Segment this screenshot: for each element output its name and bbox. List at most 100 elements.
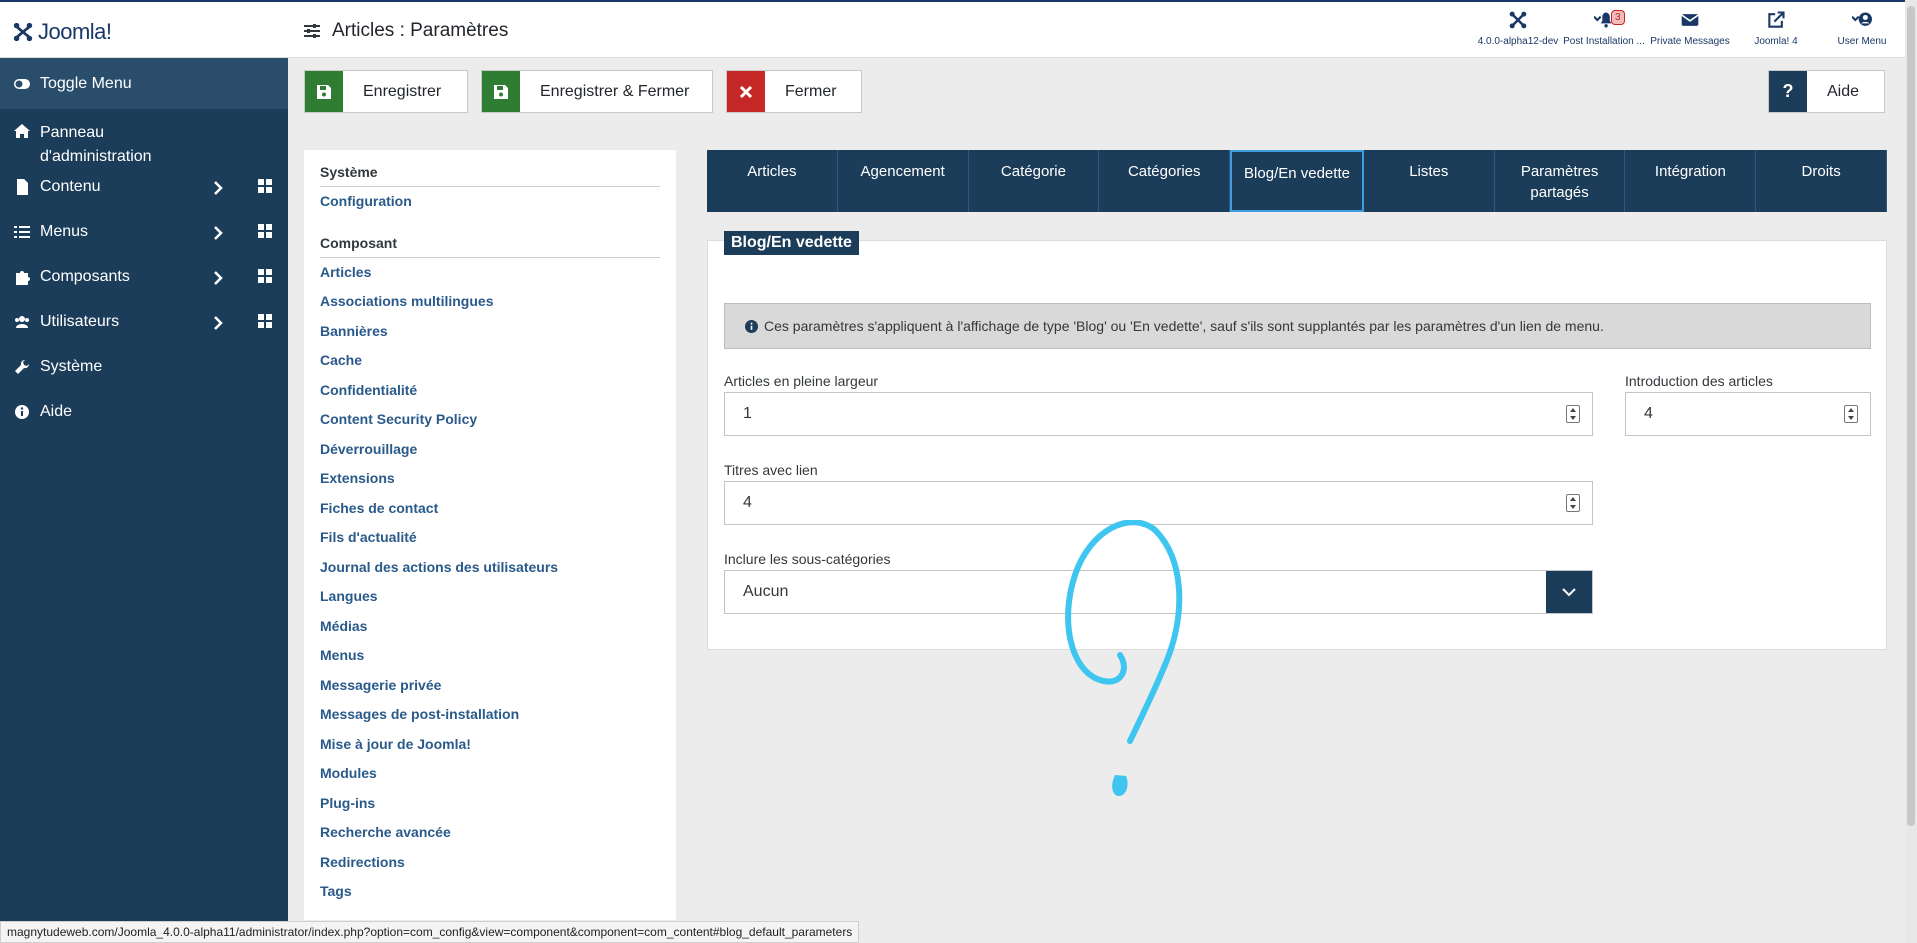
- intro-value: 4: [1644, 405, 1653, 422]
- tab-blog-en-vedette[interactable]: Blog/En vedette: [1230, 150, 1364, 212]
- header-label: Private Messages: [1650, 36, 1730, 47]
- chevron-right-icon[interactable]: [212, 271, 224, 285]
- header-label: 4.0.0-alpha12-dev: [1477, 36, 1559, 47]
- info-circle-icon: [745, 319, 758, 333]
- joomla-logo[interactable]: Joomla!: [12, 18, 112, 46]
- save-close-label: Enregistrer & Fermer: [540, 82, 690, 100]
- chevron-right-icon[interactable]: [212, 316, 224, 330]
- config-nav-item[interactable]: Confidentialité: [320, 376, 660, 406]
- toggle-menu-button[interactable]: Toggle Menu: [0, 58, 288, 109]
- save-icon: [482, 71, 520, 112]
- config-nav-panel: Système Configuration Composant Articles…: [304, 150, 676, 920]
- dashboard-grid-icon[interactable]: [258, 314, 272, 328]
- dashboard-grid-icon[interactable]: [258, 269, 272, 283]
- sidebar-item-label: Utilisateurs: [40, 313, 120, 330]
- config-nav-item[interactable]: Articles: [320, 258, 660, 288]
- sidebar-item-menus[interactable]: Menus: [0, 222, 288, 267]
- links-value: 4: [743, 494, 752, 511]
- header-item-post-installation[interactable]: 3 Post Installation ...: [1561, 10, 1647, 54]
- config-nav-item[interactable]: Modules: [320, 759, 660, 789]
- settings-tabs: Articles Agencement Catégorie Catégories Blo…: [707, 150, 1888, 212]
- intro-input[interactable]: 4: [1625, 392, 1871, 436]
- spinner-icon[interactable]: [1566, 405, 1580, 423]
- config-nav-item[interactable]: Tags: [320, 877, 660, 907]
- config-nav-item[interactable]: Redirections: [320, 848, 660, 878]
- config-nav-item[interactable]: Fils d'actualité: [320, 523, 660, 553]
- panel-legend: Blog/En vedette: [724, 231, 859, 255]
- vertical-scrollbar[interactable]: [1905, 0, 1917, 943]
- sidebar-item-help[interactable]: Aide: [0, 402, 288, 447]
- config-nav-item[interactable]: Messagerie privée: [320, 671, 660, 701]
- config-nav-item[interactable]: Menus: [320, 641, 660, 671]
- tab-param-tres-partag-s[interactable]: Paramètres partagés: [1495, 150, 1626, 212]
- dashboard-grid-icon[interactable]: [258, 179, 272, 193]
- component-heading: Composant: [320, 235, 660, 258]
- config-nav-item[interactable]: Journal des actions des utilisateurs: [320, 553, 660, 583]
- sidebar-item-system[interactable]: Système: [0, 357, 288, 402]
- sidebar-item-content[interactable]: Contenu: [0, 177, 288, 222]
- chevron-down-icon[interactable]: [1546, 571, 1592, 613]
- blog-featured-panel: Blog/En vedette Ces paramètres s'appliqu…: [707, 231, 1887, 650]
- sliders-icon: [304, 24, 320, 38]
- header-item-version[interactable]: 4.0.0-alpha12-dev: [1475, 10, 1561, 54]
- header-item-joomla4[interactable]: Joomla! 4: [1733, 10, 1819, 54]
- chevron-right-icon[interactable]: [212, 181, 224, 195]
- joomla-logo-icon: [13, 22, 33, 42]
- home-icon: [14, 124, 30, 138]
- sidebar-item-users[interactable]: Utilisateurs: [0, 312, 288, 357]
- tab-int-gration[interactable]: Intégration: [1625, 150, 1757, 212]
- dashboard-grid-icon[interactable]: [258, 224, 272, 238]
- config-nav-item[interactable]: Fiches de contact: [320, 494, 660, 524]
- toggle-icon: [14, 78, 30, 89]
- config-nav-item[interactable]: Content Security Policy: [320, 405, 660, 435]
- help-label: Aide: [1827, 82, 1860, 100]
- external-link-icon: [1768, 11, 1785, 28]
- config-nav-item[interactable]: Mise à jour de Joomla!: [320, 730, 660, 760]
- config-nav-item[interactable]: Bannières: [320, 317, 660, 347]
- logo-text: Joomla!: [38, 19, 112, 44]
- sidebar-item-components[interactable]: Composants: [0, 267, 288, 312]
- header-item-user-menu[interactable]: User Menu: [1819, 10, 1905, 54]
- config-nav-item[interactable]: Plug-ins: [320, 789, 660, 819]
- close-button[interactable]: Fermer: [726, 70, 862, 113]
- tab-droits[interactable]: Droits: [1756, 150, 1888, 212]
- tab-listes[interactable]: Listes: [1364, 150, 1495, 212]
- save-button[interactable]: Enregistrer: [304, 70, 468, 113]
- config-nav-item[interactable]: Configuration: [320, 187, 660, 217]
- joomla-icon: [1509, 11, 1527, 29]
- header-label: User Menu: [1837, 36, 1887, 47]
- subcat-label: Inclure les sous-catégories: [724, 551, 891, 567]
- full-width-input[interactable]: 1: [724, 392, 1593, 436]
- header-label: Post Installation ...: [1563, 36, 1645, 47]
- config-nav-item[interactable]: Déverrouillage: [320, 435, 660, 465]
- config-nav-item[interactable]: Messages de post-installation: [320, 700, 660, 730]
- config-nav-item[interactable]: Langues: [320, 582, 660, 612]
- config-nav-item[interactable]: Médias: [320, 612, 660, 642]
- notification-badge: 3: [1611, 10, 1625, 25]
- envelope-icon: [1681, 14, 1699, 26]
- sidebar-item-label: Aide: [40, 403, 73, 420]
- config-nav-item[interactable]: Recherche avancée: [320, 818, 660, 848]
- sidebar-item-dashboard[interactable]: Panneau d'administration: [0, 121, 288, 169]
- tab-articles[interactable]: Articles: [707, 150, 838, 212]
- spinner-icon[interactable]: [1566, 494, 1580, 512]
- config-nav-item[interactable]: Cache: [320, 346, 660, 376]
- close-label: Fermer: [785, 82, 837, 100]
- chevron-right-icon[interactable]: [212, 226, 224, 240]
- header-item-private-messages[interactable]: Private Messages: [1647, 10, 1733, 54]
- config-nav-item[interactable]: Extensions: [320, 464, 660, 494]
- tab-cat-gories[interactable]: Catégories: [1099, 150, 1231, 212]
- help-button[interactable]: ? Aide: [1768, 70, 1885, 113]
- question-mark-annotation: [1065, 520, 1183, 797]
- spinner-icon[interactable]: [1844, 405, 1858, 423]
- page-title: Articles : Paramètres: [332, 20, 509, 41]
- puzzle-icon: [16, 271, 30, 285]
- close-icon: [727, 71, 765, 112]
- tab-cat-gorie[interactable]: Catégorie: [969, 150, 1100, 212]
- save-close-button[interactable]: Enregistrer & Fermer: [481, 70, 713, 113]
- scrollbar-thumb[interactable]: [1907, 6, 1915, 826]
- question-icon: ?: [1769, 71, 1807, 112]
- links-input[interactable]: 4: [724, 481, 1593, 525]
- config-nav-item[interactable]: Associations multilingues: [320, 287, 660, 317]
- tab-agencement[interactable]: Agencement: [838, 150, 969, 212]
